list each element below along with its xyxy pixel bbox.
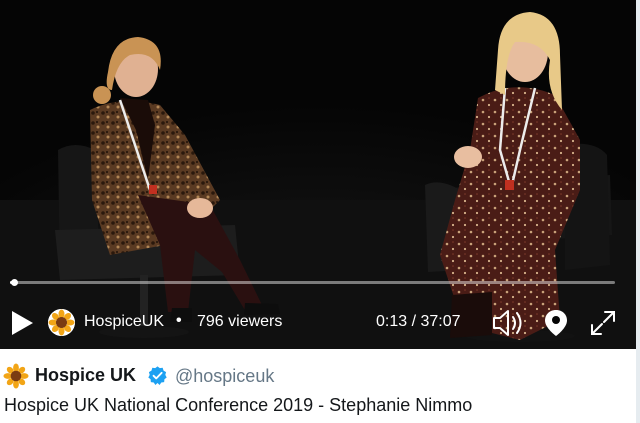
separator-dot: •	[176, 312, 182, 329]
sunflower-icon	[48, 309, 75, 336]
tweet-card: HospiceUK • 796 viewers 0:13 / 37:07 Hos…	[0, 0, 640, 423]
volume-button[interactable]	[491, 308, 525, 338]
speaker-icon	[493, 310, 522, 336]
play-icon	[12, 311, 33, 335]
expand-icon	[591, 311, 615, 335]
author-handle[interactable]: @hospiceuk	[175, 366, 274, 387]
play-button[interactable]	[9, 309, 35, 337]
viewer-count: 796 viewers	[197, 313, 283, 330]
progress-bar[interactable]	[10, 279, 615, 286]
time-readout: 0:13 / 37:07	[376, 313, 461, 330]
video-frame	[0, 0, 636, 349]
tweet-info: Hospice UK @hospiceuk Hospice UK Nationa…	[0, 349, 636, 423]
channel-name[interactable]: HospiceUK	[84, 313, 164, 331]
sunflower-icon	[3, 363, 29, 389]
live-video-player[interactable]: HospiceUK • 796 viewers 0:13 / 37:07	[0, 0, 636, 349]
fullscreen-button[interactable]	[588, 308, 618, 338]
progress-knob[interactable]	[10, 279, 18, 286]
location-button[interactable]	[543, 308, 569, 338]
author-avatar[interactable]	[3, 363, 29, 389]
author-name[interactable]: Hospice UK	[35, 365, 136, 386]
location-pin-icon	[545, 310, 567, 336]
channel-avatar[interactable]	[48, 309, 75, 336]
player-controls: HospiceUK • 796 viewers 0:13 / 37:07	[0, 300, 636, 346]
video-title: Hospice UK National Conference 2019 - St…	[4, 395, 473, 415]
verified-badge-icon	[148, 366, 167, 385]
